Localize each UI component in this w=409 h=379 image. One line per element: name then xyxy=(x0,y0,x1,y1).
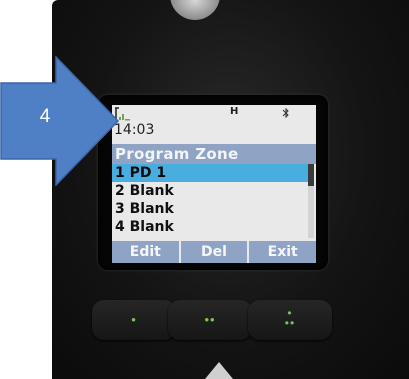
callout-arrow-icon xyxy=(0,56,120,186)
left-hardware-key[interactable]: • xyxy=(92,300,176,340)
list-item[interactable]: 2 Blank xyxy=(112,182,308,200)
key-led-icon: • •• xyxy=(284,306,296,330)
list-item[interactable]: 4 Blank xyxy=(112,218,308,236)
list-item[interactable]: 3 Blank xyxy=(112,200,308,218)
key-led-icon: • xyxy=(131,312,137,327)
zone-list: 1 PD 1 2 Blank 3 Blank 4 Blank xyxy=(112,164,308,236)
lcd-screen: H 14:03 Program Zone 1 PD 1 2 Blank 3 Bl… xyxy=(112,105,316,263)
del-softkey[interactable]: Del xyxy=(181,241,250,263)
exit-softkey[interactable]: Exit xyxy=(249,241,316,263)
callout-number: 4 xyxy=(39,106,51,127)
mode-indicator: H xyxy=(230,106,239,117)
scrollbar[interactable] xyxy=(308,164,314,238)
bluetooth-icon xyxy=(282,107,289,119)
center-hardware-key[interactable]: •• xyxy=(168,300,252,340)
nav-up-arrow-icon[interactable] xyxy=(205,362,233,379)
softkey-bar: Edit Del Exit xyxy=(112,241,316,263)
edit-softkey[interactable]: Edit xyxy=(112,241,181,263)
scroll-thumb[interactable] xyxy=(308,164,314,186)
screen-title: Program Zone xyxy=(112,144,316,164)
key-led-icon: •• xyxy=(204,312,216,327)
right-hardware-key[interactable]: • •• xyxy=(248,300,332,340)
list-item-selected[interactable]: 1 PD 1 xyxy=(112,164,308,182)
status-bar: H 14:03 xyxy=(112,105,316,138)
